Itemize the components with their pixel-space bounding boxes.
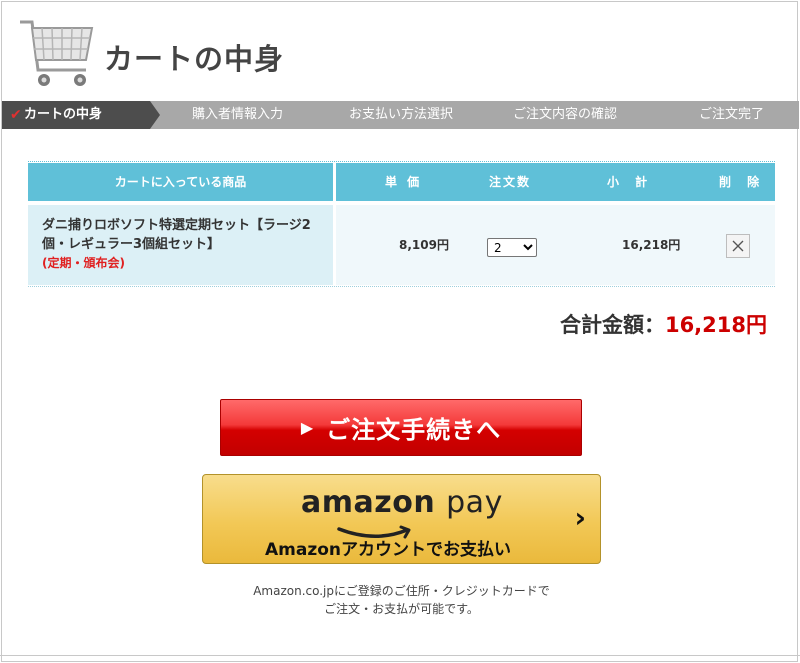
amazon-pay-logo: amazon pay (301, 485, 503, 520)
page-header: カートの中身 (2, 2, 799, 100)
subtotal-value: 16,218円 (622, 238, 681, 252)
product-name: ダニ捕りロボソフト特選定期セット【ラージ2個・レギュラー3個組セット】 (42, 218, 311, 252)
delete-item-button[interactable] (726, 234, 750, 258)
checkout-label: ご注文手続きへ (326, 416, 502, 444)
pay-logo-text: pay (446, 485, 503, 520)
amazon-pay-button[interactable]: amazon pay Amazonアカウントでお支払い › (202, 474, 601, 564)
amazon-note-line2: ご注文・お支払が可能です。 (324, 602, 479, 616)
shopping-cart-icon (20, 20, 94, 86)
step-label: カートの中身 (24, 107, 103, 122)
chevron-right-icon: › (574, 501, 586, 534)
table-top-border (28, 161, 775, 162)
amazon-logo-text: amazon (301, 485, 436, 520)
total-amount: 16,218円 (664, 313, 767, 337)
checkout-steps: ✔ カートの中身 購入者情報入力 お支払い方法選択 ご注文内容の確認 ご注文完了 (2, 101, 799, 129)
proceed-to-checkout-button[interactable]: ▶ ご注文手続きへ (220, 399, 582, 456)
column-header-subtotal: 小 計 (607, 175, 654, 189)
step-buyer-info: 購入者情報入力 (192, 107, 284, 122)
amazon-pay-subtitle: Amazonアカウントでお支払い (265, 540, 512, 560)
step-cart: ✔ カートの中身 (2, 101, 160, 129)
amazon-note-line1: Amazon.co.jpにご登録のご住所・クレジットカードで (253, 584, 550, 598)
order-total: 合計金額：16,218円 (560, 309, 767, 339)
total-label: 合計金額： (559, 313, 665, 337)
column-header-price: 単 価 (385, 175, 423, 189)
step-order-complete: ご注文完了 (699, 107, 765, 122)
close-icon (732, 240, 744, 252)
column-header-qty: 注文数 (489, 175, 532, 189)
page-title: カートの中身 (104, 42, 285, 76)
page-bottom-border (0, 655, 800, 656)
product-tag: (定期・頒布会) (42, 256, 125, 270)
check-icon: ✔ (10, 107, 22, 123)
step-confirm-order: ご注文内容の確認 (513, 107, 618, 122)
page-frame: カートの中身 ✔ カートの中身 購入者情報入力 お支払い方法選択 ご注文内容の確… (1, 1, 799, 662)
amazon-pay-note: Amazon.co.jpにご登録のご住所・クレジットカードで ご注文・お支払が可… (202, 582, 601, 618)
column-header-delete: 削 除 (719, 175, 766, 189)
step-payment-method: お支払い方法選択 (349, 107, 454, 122)
table-bottom-border (28, 286, 775, 287)
column-header-product: カートに入っている商品 (28, 163, 333, 201)
play-arrow-icon: ▶ (300, 418, 315, 437)
unit-price: 8,109円 (399, 238, 449, 252)
quantity-select[interactable]: 2 (487, 238, 537, 257)
